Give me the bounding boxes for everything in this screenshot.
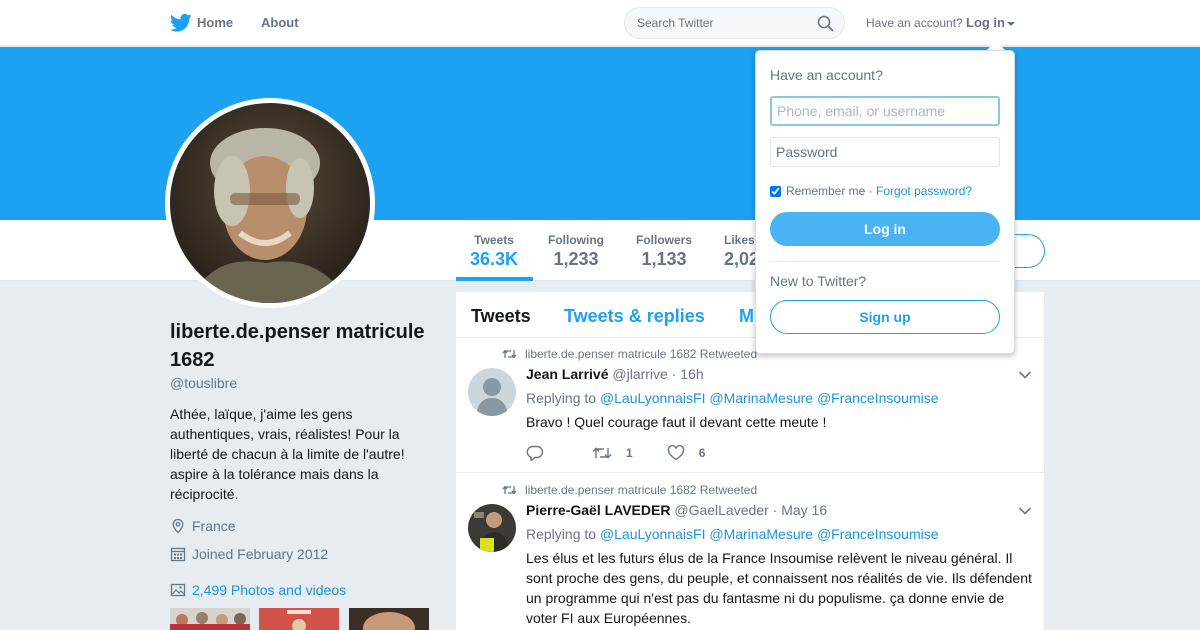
login-link-label: Log in	[966, 15, 1005, 30]
search-input[interactable]: Search Twitter	[637, 16, 713, 30]
signup-button[interactable]: Sign up	[770, 300, 1000, 334]
replying-prefix: Replying to	[526, 390, 597, 406]
nav-about-link[interactable]: About	[261, 15, 299, 30]
location-pin-icon	[172, 518, 184, 534]
tweet-actions: 1 6	[526, 445, 739, 461]
retweet-icon	[502, 485, 517, 495]
login-dropdown: Have an account? Remember me · Forgot pa…	[755, 50, 1015, 354]
media-thumbnail[interactable]	[349, 608, 429, 630]
remember-me-checkbox[interactable]	[770, 185, 781, 197]
tweet-replying-to: Replying to @LauLyonnaisFI @MarinaMesure…	[526, 526, 939, 542]
login-button[interactable]: Log in	[770, 212, 1000, 246]
joined-text: Joined February 2012	[192, 546, 329, 562]
retweet-context-text: liberte.de.penser matricule 1682 Retweet…	[525, 483, 758, 497]
retweet-icon	[592, 447, 612, 459]
tweet-fullname[interactable]: Pierre-Gaël LAVEDER	[526, 502, 670, 518]
twitter-bird-icon[interactable]	[170, 13, 192, 33]
tab-media[interactable]: M	[739, 306, 754, 327]
profile-location: France	[170, 518, 236, 534]
stat-following[interactable]: Following 1,233	[548, 233, 604, 270]
reply-mentions[interactable]: @LauLyonnaisFI @MarinaMesure @FranceInso…	[600, 390, 939, 406]
stat-label: Following	[548, 233, 604, 247]
dropdown-divider	[770, 261, 1000, 262]
tweet-username[interactable]: @GaelLaveder	[674, 502, 768, 518]
like-action[interactable]: 6	[667, 445, 706, 461]
stat-label: Likes	[724, 233, 755, 247]
new-to-twitter-text: New to Twitter?	[770, 273, 867, 289]
active-stat-underline	[456, 277, 533, 281]
tweet[interactable]: liberte.de.penser matricule 1682 Retweet…	[456, 473, 1044, 630]
avatar-photo	[170, 103, 370, 303]
username-field[interactable]	[770, 96, 1000, 126]
media-thumbnail[interactable]	[170, 608, 250, 630]
photo-icon	[170, 583, 186, 597]
login-dropdown-toggle[interactable]: Log in	[966, 15, 1015, 30]
search-icon[interactable]	[817, 15, 834, 32]
heart-icon	[667, 445, 684, 461]
password-field[interactable]	[770, 137, 1000, 167]
chevron-down-icon[interactable]	[1018, 370, 1032, 380]
replying-prefix: Replying to	[526, 526, 597, 542]
retweet-context: liberte.de.penser matricule 1682 Retweet…	[502, 347, 757, 361]
stat-value: 36.3K	[470, 249, 519, 269]
stat-value: 1,133	[641, 249, 687, 269]
photos-videos-link[interactable]: 2,499 Photos and videos	[170, 582, 346, 598]
profile-joined: Joined February 2012	[170, 546, 328, 562]
remember-row: Remember me · Forgot password?	[770, 184, 972, 198]
media-thumbnail[interactable]	[259, 608, 339, 630]
retweet-action[interactable]: 1	[592, 445, 633, 461]
tweet-timestamp[interactable]: · May 16	[773, 502, 827, 518]
stat-value: 2,02	[724, 249, 760, 269]
tweet-avatar[interactable]	[468, 504, 516, 552]
dropdown-arrow	[987, 41, 1005, 50]
tweet-text: Bravo ! Quel courage faut il devant cett…	[526, 414, 827, 430]
tweet-timestamp[interactable]: · 16h	[672, 366, 704, 382]
chevron-down-icon[interactable]	[1018, 506, 1032, 516]
tweet[interactable]: liberte.de.penser matricule 1682 Retweet…	[456, 338, 1044, 472]
nav-home-link[interactable]: Home	[197, 15, 233, 30]
retweet-context-text: liberte.de.penser matricule 1682 Retweet…	[525, 347, 758, 361]
stat-followers[interactable]: Followers 1,133	[636, 233, 692, 270]
stat-label: Tweets	[474, 233, 514, 247]
profile-bio: Athée, laïque, j'aime les gens authentiq…	[170, 406, 405, 502]
calendar-icon	[170, 547, 186, 562]
remember-separator: ·	[868, 184, 873, 198]
tab-tweets-replies[interactable]: Tweets & replies	[564, 306, 705, 327]
stat-tweets[interactable]: Tweets 36.3K	[470, 233, 518, 270]
photos-videos-label: 2,499 Photos and videos	[192, 582, 347, 598]
profile-avatar[interactable]	[165, 98, 375, 308]
tweet-avatar[interactable]	[468, 368, 516, 416]
search-box[interactable]: Search Twitter	[624, 7, 845, 39]
retweet-context: liberte.de.penser matricule 1682 Retweet…	[502, 483, 757, 497]
profile-name: liberte.de.penser matricule 1682	[170, 321, 425, 371]
retweet-icon	[502, 349, 517, 359]
reply-icon	[526, 445, 544, 461]
location-text: France	[192, 518, 236, 534]
forgot-password-link[interactable]: Forgot password?	[876, 184, 972, 198]
top-navigation-bar: Home About Search Twitter Have an accoun…	[0, 0, 1200, 46]
dropdown-title: Have an account?	[770, 67, 883, 83]
remember-me-label[interactable]: Remember me	[786, 184, 865, 198]
stat-value: 1,233	[553, 249, 599, 269]
caret-down-icon	[1007, 21, 1015, 26]
tweet-text: Les élus et les futurs élus de la France…	[526, 550, 1032, 626]
tweet-fullname[interactable]: Jean Larrivé	[526, 366, 609, 382]
stat-label: Followers	[636, 233, 693, 247]
stat-likes[interactable]: Likes 2,02	[724, 233, 759, 270]
tweet-replying-to: Replying to @LauLyonnaisFI @MarinaMesure…	[526, 390, 939, 406]
like-count: 6	[698, 446, 706, 460]
tab-tweets[interactable]: Tweets	[471, 306, 531, 327]
reply-mentions[interactable]: @LauLyonnaisFI @MarinaMesure @FranceInso…	[600, 526, 939, 542]
profile-handle[interactable]: @touslibre	[170, 375, 237, 391]
retweet-count: 1	[626, 446, 633, 460]
tweet-header: Pierre-Gaël LAVEDER @GaelLaveder · May 1…	[526, 502, 827, 518]
have-account-text: Have an account?	[866, 16, 963, 30]
tweet-username[interactable]: @jlarrive	[612, 366, 667, 382]
tweet-header: Jean Larrivé @jlarrive · 16h	[526, 366, 704, 382]
reply-action[interactable]	[526, 445, 558, 461]
